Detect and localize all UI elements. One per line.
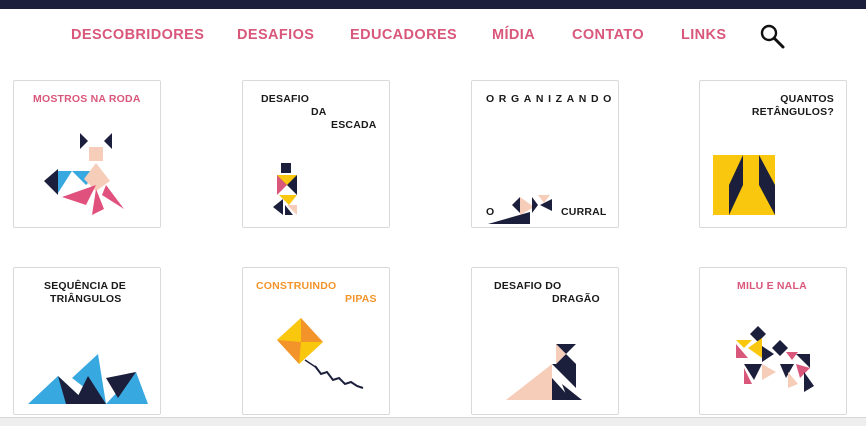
- card-desafio-do-dragao[interactable]: DESAFIO DO DRAGÃO: [471, 267, 619, 415]
- card-desafio-da-escada[interactable]: DESAFIO DA ESCADA: [242, 80, 390, 228]
- search-icon: [760, 24, 785, 49]
- nav-links[interactable]: LINKS: [681, 27, 727, 43]
- card-milu-e-nala[interactable]: MILU E NALA: [699, 267, 847, 415]
- nav-descobridores[interactable]: DESCOBRIDORES: [71, 27, 204, 43]
- card-construindo-pipas[interactable]: CONSTRUINDO PIPAS: [242, 267, 390, 415]
- nav-educadores[interactable]: EDUCADORES: [350, 27, 457, 43]
- nav-midia[interactable]: MÍDIA: [492, 27, 535, 43]
- tangram-animals-illustration: [736, 326, 814, 392]
- search-button[interactable]: [758, 22, 788, 50]
- tangram-monster-illustration: [44, 133, 124, 215]
- tangram-dragon-illustration: [506, 344, 582, 400]
- nav-desafios[interactable]: DESAFIOS: [237, 27, 314, 43]
- card-organizando-o-curral[interactable]: ORGANIZANDO O CURRAL: [471, 80, 619, 228]
- card-mostros-na-roda[interactable]: MOSTROS NA RODA: [13, 80, 161, 228]
- triangles-illustration: [28, 354, 148, 404]
- top-bar: [0, 0, 866, 9]
- card-sequencia-de-triangulos[interactable]: SEQUÊNCIA DE TRIÂNGULOS: [13, 267, 161, 415]
- kite-illustration: [277, 318, 364, 389]
- nav-contato[interactable]: CONTATO: [572, 27, 644, 43]
- tangram-animal-illustration: [488, 195, 552, 224]
- card-quantos-retangulos[interactable]: QUANTOS RETÂNGULOS?: [699, 80, 847, 228]
- rectangles-illustration: [713, 155, 775, 215]
- tangram-figure-illustration: [273, 163, 297, 215]
- main-nav: DESCOBRIDORES DESAFIOS EDUCADORES MÍDIA …: [0, 20, 866, 50]
